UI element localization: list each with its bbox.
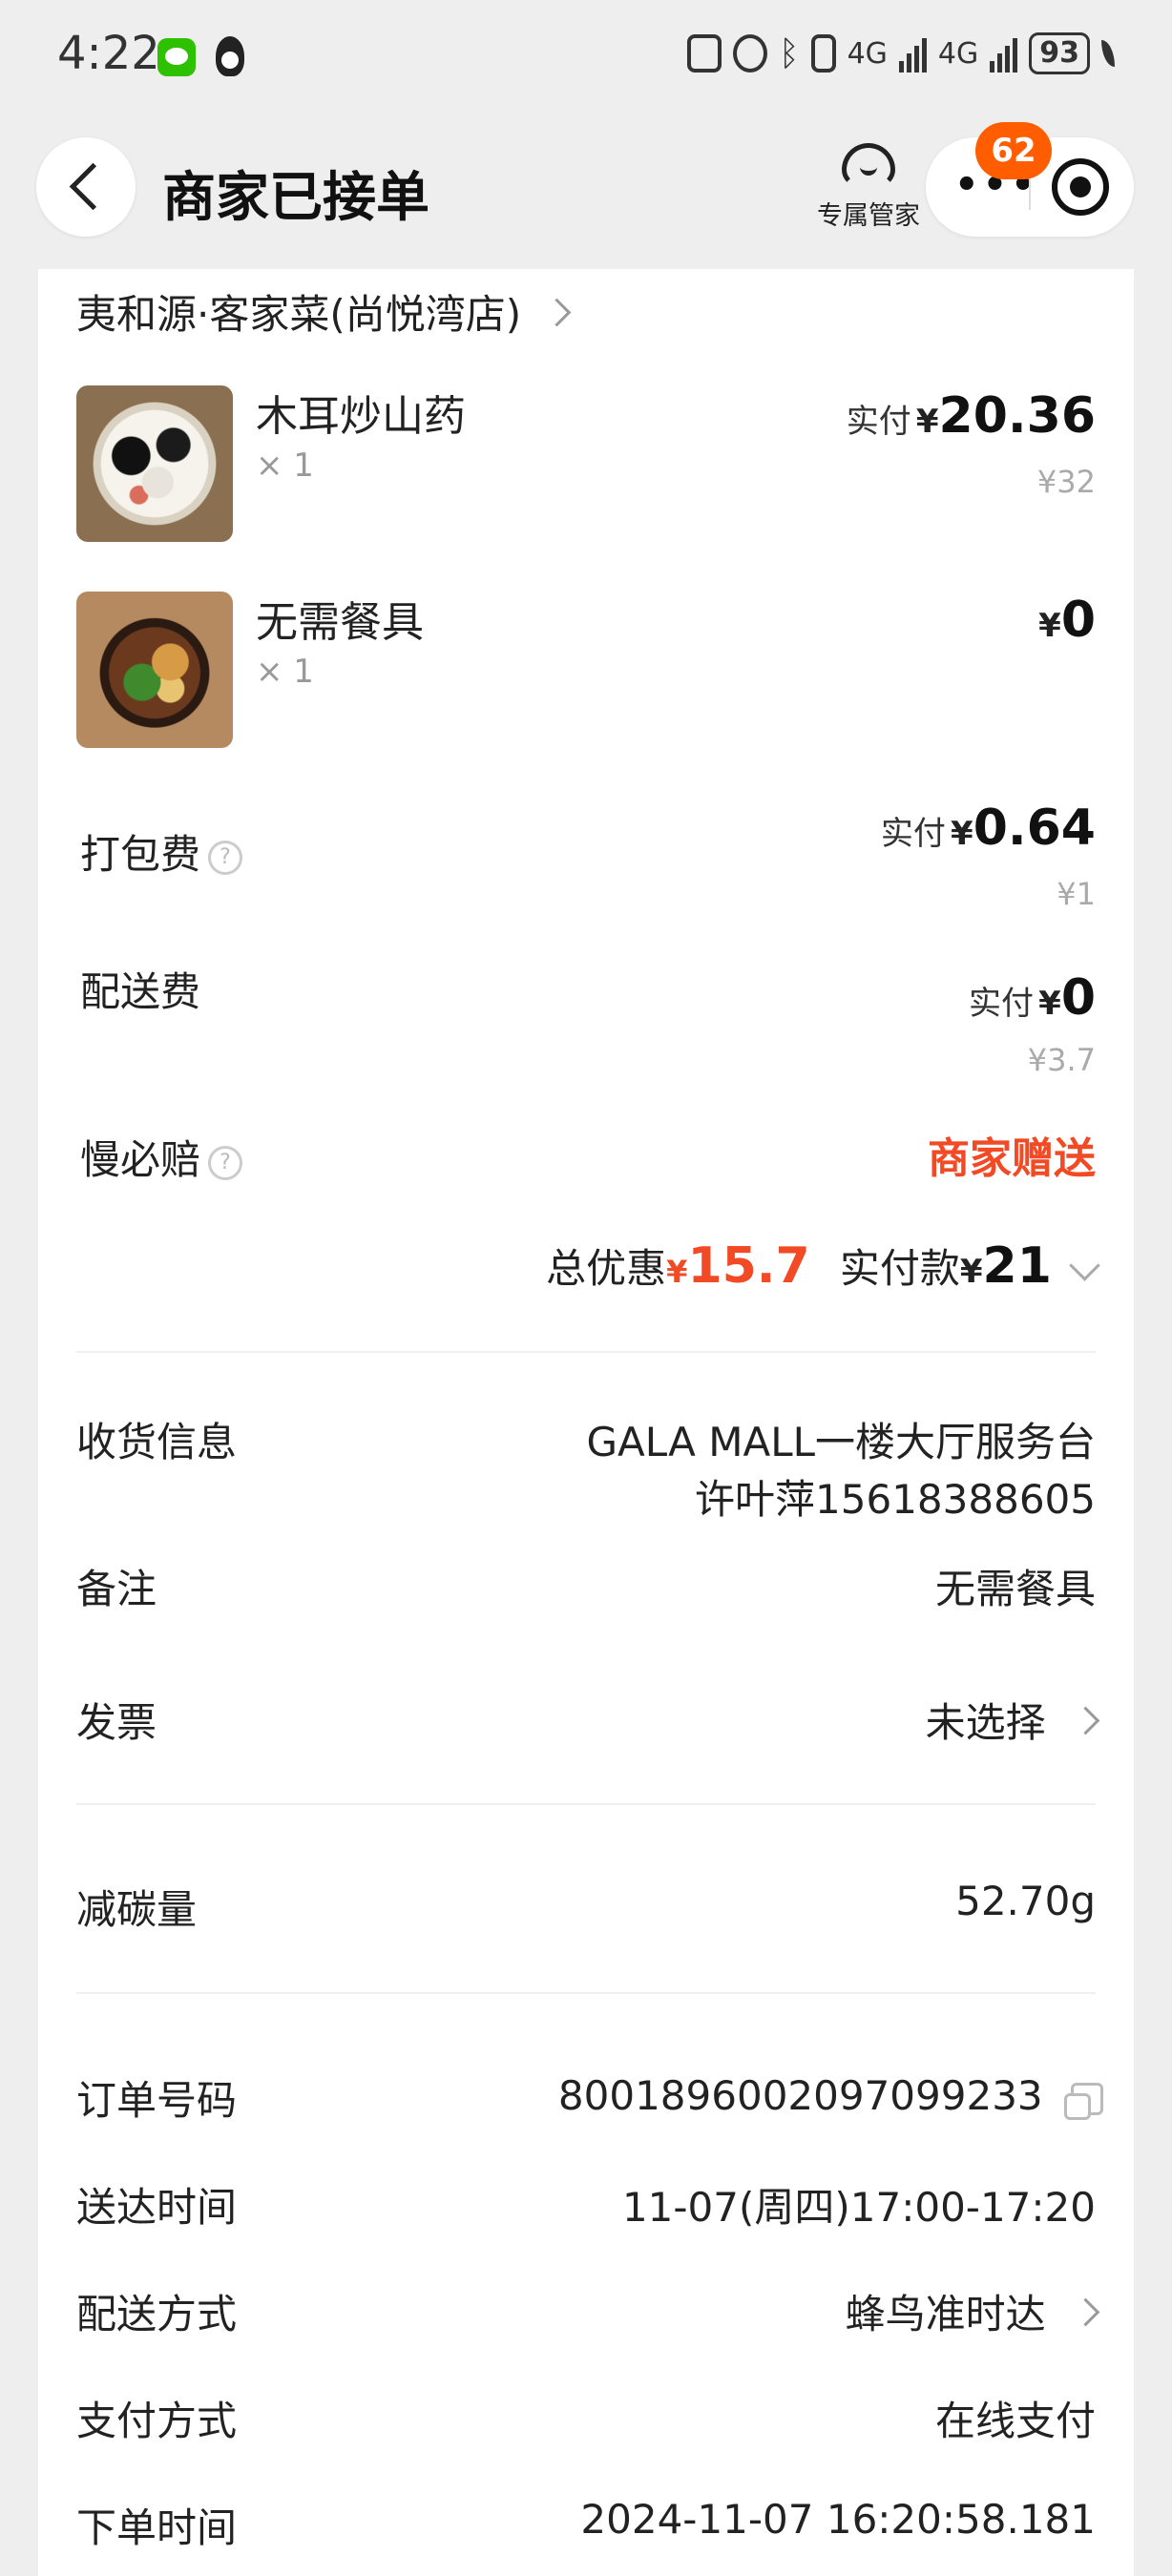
currency-symbol: ¥ (1038, 985, 1061, 1023)
payment-method-value: 在线支付 (934, 2398, 1096, 2444)
signal-icon (990, 34, 1018, 73)
item-name: 无需餐具 (256, 598, 424, 647)
item-original-price: ¥32 (1036, 464, 1096, 500)
order-number-label: 订单号码 (76, 2077, 238, 2124)
status-time: 4:22 (57, 27, 160, 80)
divider (76, 1992, 1096, 1994)
invoice-selector[interactable]: 未选择 (925, 1691, 1100, 1749)
network-4g-2: 4G (937, 36, 979, 71)
delivery-method-label: 配送方式 (76, 2291, 238, 2337)
late-comp-text: 慢必赔 (80, 1136, 201, 1183)
late-comp-label: 慢必赔? (80, 1128, 243, 1186)
item-quantity: × 1 (256, 447, 314, 485)
leaf-icon (1101, 40, 1115, 67)
chevron-right-icon (543, 298, 572, 327)
item-price: ¥0 (1038, 592, 1096, 649)
back-button[interactable] (36, 137, 136, 237)
signal-icon (898, 34, 927, 73)
shop-name: 夷和源·客家菜(尚悦湾店) (76, 291, 522, 338)
battery-icon: 93 (1029, 32, 1090, 74)
item-paid-price: 20.36 (938, 387, 1096, 445)
paid-total-currency: ¥ (959, 1253, 983, 1291)
packing-fee-price: 实付 ¥0.64 (881, 800, 1096, 857)
order-number-row: 8001896002097099233 (557, 2072, 1103, 2120)
arrive-time-value: 11-07(周四)17:00-17:20 (621, 2184, 1096, 2231)
paid-total-label: 实付款 (839, 1245, 960, 1292)
carbon-label: 减碳量 (76, 1886, 198, 1933)
headset-icon (842, 143, 895, 187)
currency-symbol: ¥ (1038, 607, 1061, 645)
wechat-icon (157, 38, 196, 76)
manager-label: 专属管家 (817, 201, 920, 231)
manager-button[interactable]: 专属管家 (811, 137, 926, 242)
currency-symbol: ¥ (951, 815, 973, 853)
alarm-icon (732, 34, 767, 73)
delivery-method-row[interactable]: 蜂鸟准时达 (845, 2282, 1100, 2340)
delivery-info-label: 收货信息 (76, 1419, 238, 1465)
order-time-label: 下单时间 (76, 2504, 238, 2551)
paid-label: 实付 (969, 985, 1035, 1023)
item-name: 木耳炒山药 (256, 392, 466, 441)
paid-total-value: 21 (982, 1237, 1052, 1295)
chevron-down-icon (1069, 1250, 1100, 1281)
chevron-right-icon (1071, 1706, 1100, 1735)
help-icon[interactable]: ? (208, 840, 243, 875)
page-title: 商家已接单 (162, 167, 429, 229)
delivery-fee-price: 实付 ¥0 (969, 969, 1096, 1027)
invoice-label: 发票 (76, 1699, 157, 1746)
delivery-address: GALA MALL一楼大厅服务台 (586, 1419, 1097, 1465)
remark-value: 无需餐具 (934, 1566, 1096, 1612)
order-detail-card: 夷和源·客家菜(尚悦湾店) 木耳炒山药 × 1 实付 ¥20.36 ¥32 无需… (38, 269, 1134, 2576)
delivery-fee-value: 0 (1060, 969, 1096, 1027)
packing-fee-text: 打包费 (80, 831, 201, 878)
arrive-time-label: 送达时间 (76, 2184, 238, 2231)
chevron-right-icon (1071, 2297, 1100, 2327)
packing-fee-value: 0.64 (973, 800, 1096, 857)
item-image (76, 592, 233, 748)
close-miniapp-icon[interactable] (1052, 158, 1109, 216)
item-price: 实付 ¥20.36 (847, 387, 1096, 445)
delivery-contact: 许叶萍15618388605 (695, 1476, 1096, 1523)
packing-fee-original: ¥1 (1057, 876, 1096, 912)
item-paid-price: 0 (1060, 592, 1096, 649)
divider (76, 1803, 1096, 1805)
discount-label: 总优惠 (546, 1245, 667, 1292)
order-time-value: 2024-11-07 16:20:58.181 (580, 2496, 1096, 2543)
discount-currency: ¥ (666, 1254, 688, 1290)
network-4g-1: 4G (847, 36, 888, 71)
discount-value: 15.7 (687, 1237, 810, 1295)
packing-fee-label: 打包费? (80, 822, 243, 881)
payment-method-label: 支付方式 (76, 2398, 238, 2444)
paid-label: 实付 (846, 403, 911, 441)
invoice-value: 未选择 (925, 1699, 1046, 1746)
delivery-fee-label: 配送费 (80, 968, 201, 1015)
status-icons: ᛒ 4G 4G 93 (686, 32, 1115, 74)
order-summary[interactable]: 总优惠¥15.7 实付款¥21 (546, 1236, 1100, 1295)
item-image (76, 385, 233, 542)
delivery-fee-original: ¥3.7 (1027, 1042, 1096, 1078)
bluetooth-icon: ᛒ (778, 33, 800, 73)
status-bar: 4:22 ᛒ 4G 4G 93 (0, 0, 1172, 114)
shop-link[interactable]: 夷和源·客家菜(尚悦湾店) (76, 282, 572, 341)
remark-label: 备注 (76, 1566, 157, 1612)
currency-symbol: ¥ (915, 403, 939, 441)
nfc-icon (686, 34, 722, 73)
item-quantity: × 1 (256, 653, 314, 691)
late-comp-value: 商家赠送 (928, 1134, 1096, 1183)
copy-icon[interactable] (1064, 2082, 1103, 2120)
notification-badge: 62 (975, 122, 1052, 179)
carbon-value: 52.70g (955, 1878, 1096, 1924)
delivery-method-value: 蜂鸟准时达 (845, 2291, 1046, 2337)
divider (76, 1351, 1096, 1353)
paid-label: 实付 (880, 815, 946, 853)
vibrate-icon (810, 34, 836, 73)
order-number-value: 8001896002097099233 (557, 2072, 1043, 2119)
help-icon[interactable]: ? (208, 1145, 243, 1180)
qq-icon (216, 36, 244, 76)
